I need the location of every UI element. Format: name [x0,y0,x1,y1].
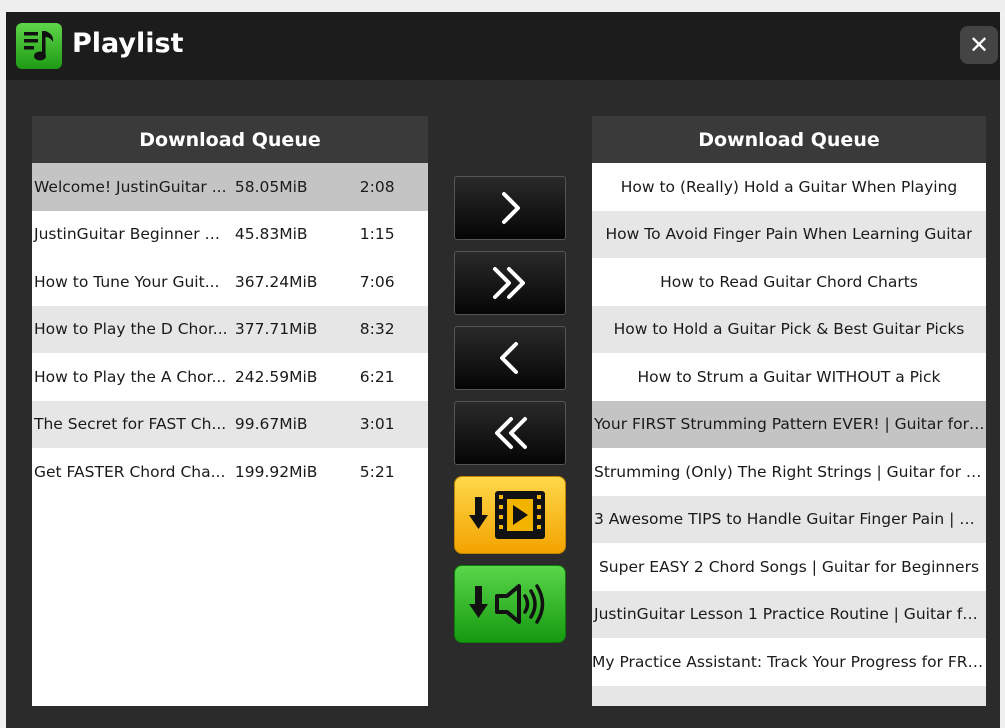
download-audio-icon [469,584,545,624]
item-size: 367.24MiB [234,272,318,291]
list-item[interactable]: How to Strum a Guitar WITHOUT a Pick [592,353,986,401]
item-duration: 3:01 [359,415,395,434]
playlist-music-icon [16,23,62,69]
item-title: How to Play the A Chor... [34,367,227,386]
right-download-queue: Download Queue How to (Really) Hold a Gu… [592,116,986,706]
item-title: Get FASTER Chord Cha... [34,462,226,481]
list-item[interactable]: How to Hold a Guitar Pick & Best Guitar … [592,305,986,353]
double-chevron-left-icon [495,417,527,449]
playlist-window: Playlist ✕ Download Queue Welcome! Justi… [6,12,1000,728]
chevron-right-icon [502,192,520,224]
item-title: JustinGuitar Beginner C... [34,225,229,244]
list-item[interactable]: How To Avoid Finger Pain When Learning G… [592,210,986,258]
right-queue-header: Download Queue [592,116,986,163]
left-download-queue: Download Queue Welcome! JustinGuitar ...… [32,116,428,706]
item-duration: 1:15 [359,225,395,244]
list-item[interactable]: Get FASTER Chord Cha... 199.92MiB 5:21 [32,448,428,496]
item-size: 45.83MiB [234,225,308,244]
item-duration: 6:21 [359,367,395,386]
item-title: Strumming (Only) The Right Strings | Gui… [594,462,986,481]
item-size: 58.05MiB [234,177,308,196]
list-item[interactable]: How to Play the A Chor... 242.59MiB 6:21 [32,353,428,401]
list-item[interactable]: Super EASY 2 Chord Songs | Guitar for Be… [592,543,986,591]
item-title: How to Read Guitar Chord Charts [660,272,918,291]
list-item[interactable]: How to Play the D Chor... 377.71MiB 8:32 [32,305,428,353]
item-duration: 8:32 [359,320,395,339]
item-title: JustinGuitar Lesson 1 Practice Routine |… [594,605,986,624]
item-duration: 7:06 [359,272,395,291]
list-item[interactable]: 3 Awesome TIPS to Handle Guitar Finger P… [592,495,986,543]
left-queue-header: Download Queue [32,116,428,163]
item-title: How To Avoid Finger Pain When Learning G… [605,225,973,244]
list-item[interactable]: Welcome! JustinGuitar ... 58.05MiB 2:08 [32,163,428,211]
move-right-button[interactable] [454,176,566,240]
item-title: The Secret for FAST Ch... [34,415,227,434]
list-item[interactable] [592,685,986,706]
list-item[interactable]: Strumming (Only) The Right Strings | Gui… [592,448,986,496]
item-title: Super EASY 2 Chord Songs | Guitar for Be… [598,557,980,576]
item-duration: 2:08 [359,177,395,196]
list-item[interactable]: JustinGuitar Lesson 1 Practice Routine |… [592,590,986,638]
move-left-button[interactable] [454,326,566,390]
item-title: Your FIRST Strumming Pattern EVER! | Gui… [594,415,986,434]
item-size: 99.67MiB [234,415,308,434]
item-title: 3 Awesome TIPS to Handle Guitar Finger P… [594,510,986,529]
close-button[interactable]: ✕ [960,26,998,64]
double-chevron-right-icon [493,267,525,299]
background-strip [0,0,1005,12]
list-item[interactable]: How to (Really) Hold a Guitar When Playi… [592,163,986,211]
list-item[interactable]: How to Read Guitar Chord Charts [592,258,986,306]
item-title: How to Play the D Chor... [34,320,228,339]
move-all-right-button[interactable] [454,251,566,315]
download-video-icon [469,491,545,539]
item-size: 242.59MiB [234,367,318,386]
list-item[interactable]: My Practice Assistant: Track Your Progre… [592,638,986,686]
list-item[interactable]: Your FIRST Strumming Pattern EVER! | Gui… [592,400,986,448]
item-title: How to Hold a Guitar Pick & Best Guitar … [613,320,965,339]
item-title: How to Tune Your Guit... [34,272,220,291]
list-item[interactable]: The Secret for FAST Ch... 99.67MiB 3:01 [32,400,428,448]
title-bar: Playlist ✕ [6,12,1000,80]
window-title: Playlist [72,28,184,59]
item-duration: 5:21 [359,462,395,481]
download-video-button[interactable] [454,476,566,554]
list-item[interactable]: JustinGuitar Beginner C... 45.83MiB 1:15 [32,211,428,259]
list-item[interactable]: How to Tune Your Guit... 367.24MiB 7:06 [32,258,428,306]
item-title: My Practice Assistant: Track Your Progre… [592,652,986,671]
chevron-left-icon [500,342,518,374]
move-all-left-button[interactable] [454,401,566,465]
close-icon: ✕ [968,31,990,59]
download-audio-button[interactable] [454,565,566,643]
item-title: Welcome! JustinGuitar ... [34,177,227,196]
item-size: 199.92MiB [234,462,318,481]
item-size: 377.71MiB [234,320,318,339]
item-title: How to (Really) Hold a Guitar When Playi… [620,177,958,196]
item-title: How to Strum a Guitar WITHOUT a Pick [637,367,941,386]
